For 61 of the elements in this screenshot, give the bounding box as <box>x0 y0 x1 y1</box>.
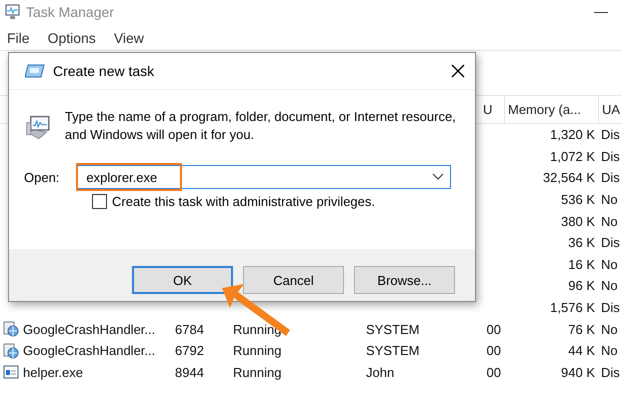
app-window-icon <box>3 364 19 380</box>
table-cell-text: No <box>600 256 619 272</box>
table-cell-text: 96 K <box>567 278 596 294</box>
table-cell-text: SYSTEM <box>365 322 420 337</box>
table-cell-text: 380 K <box>560 214 596 229</box>
table-cell-text: 32,564 K <box>542 170 596 186</box>
globe-icon <box>3 342 19 359</box>
instruction-text: Type the name of a program, folder, document, or Internet resource, and Windows will open it for you. <box>64 108 457 144</box>
table-cell-text: Dis <box>600 148 621 164</box>
dialog-button[interactable]: Browse... <box>354 266 455 294</box>
table-cell-text: Running <box>232 343 282 358</box>
column-header[interactable]: Memory (a... <box>504 96 598 123</box>
dialog-button[interactable]: OK <box>132 266 233 294</box>
table-cell-text: Dis <box>600 170 621 186</box>
checkbox[interactable] <box>92 194 107 209</box>
table-cell-text: Dis <box>600 127 621 142</box>
table-cell-text: No <box>600 192 619 208</box>
table-cell-text: 6784 <box>174 322 205 337</box>
table-cell-text: SYSTEM <box>365 343 420 358</box>
menu-item[interactable]: Options <box>48 30 96 50</box>
open-combo-field[interactable]: explorer.exe <box>77 165 452 189</box>
globe-icon <box>3 321 19 338</box>
table-cell-text: Dis <box>600 235 621 250</box>
table-cell-text: 36 K <box>567 235 596 250</box>
menu-item[interactable]: File <box>7 30 30 50</box>
table-cell-text: 8944 <box>174 364 205 380</box>
table-cell-text: 00 <box>486 322 502 337</box>
table-cell-text: John <box>365 364 396 380</box>
table-cell-text: No <box>600 343 619 358</box>
table-cell-text: 76 K <box>567 322 596 337</box>
table-cell-text: Dis <box>600 300 621 316</box>
table-cell-text: 1,320 K <box>549 127 596 142</box>
table-cell-text: 940 K <box>560 364 596 380</box>
close-icon[interactable] <box>451 64 465 78</box>
table-cell-text: 1,576 K <box>549 300 596 316</box>
open-field[interactable]: explorer.exe <box>78 168 432 186</box>
dialog-button[interactable]: Cancel <box>243 266 344 294</box>
checkbox-label: Create this task with administrative privileges. <box>112 194 375 209</box>
table-cell-text: 6792 <box>174 343 205 358</box>
table-cell-text: No <box>600 322 619 337</box>
monitor-icon <box>4 4 20 20</box>
process-name: GoogleCrashHandler... <box>23 322 156 337</box>
process-name: GoogleCrashHandler... <box>23 343 156 358</box>
run-icon <box>25 64 45 78</box>
table-cell-text: 00 <box>486 343 502 358</box>
table-cell-text: 00 <box>486 364 502 380</box>
table-cell-text: No <box>600 214 619 229</box>
menu-item[interactable]: View <box>114 30 144 50</box>
table-cell-text: 536 K <box>560 192 596 208</box>
dialog-title: Create new task <box>53 63 156 79</box>
column-header[interactable]: UA <box>598 96 622 123</box>
window-title: Task Manager <box>26 4 115 20</box>
table-cell-text: Dis <box>600 364 621 380</box>
process-name: helper.exe <box>23 364 83 380</box>
table-cell-text: No <box>600 278 619 294</box>
dropdown-caret-icon[interactable] <box>432 173 444 181</box>
table-cell-text: Running <box>232 364 282 380</box>
table-cell-text: 16 K <box>567 256 596 272</box>
open-label: Open: <box>24 170 60 184</box>
table-cell-text: 1,072 K <box>549 148 596 164</box>
table-cell-text: 44 K <box>567 343 596 358</box>
